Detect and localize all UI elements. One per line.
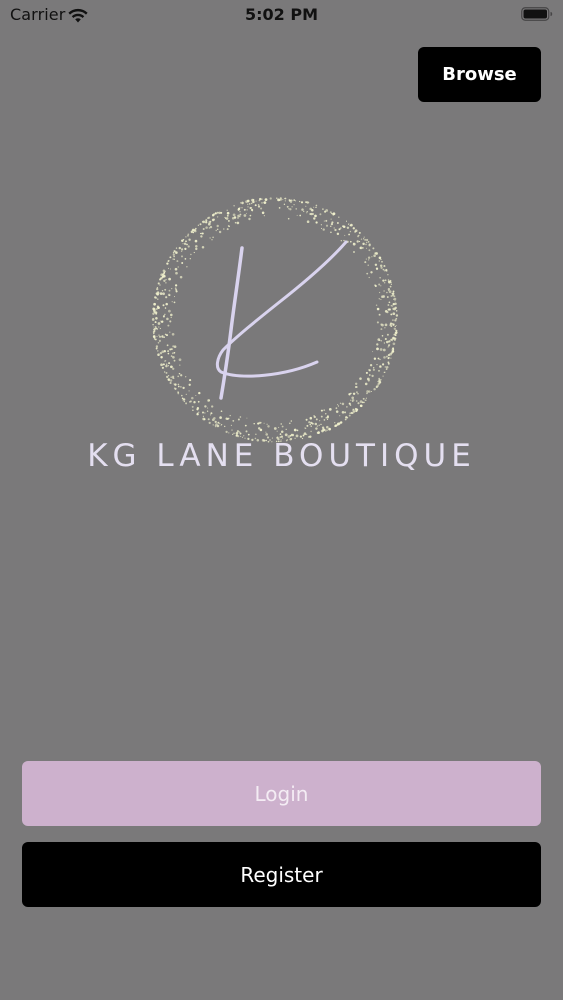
speckle-ring: [151, 197, 399, 443]
status-bar: Carrier 5:02 PM: [0, 0, 563, 30]
brand-name: KG LANE BOUTIQUE: [87, 438, 476, 474]
brand-logo: KG LANE BOUTIQUE: [60, 180, 503, 480]
monogram-logo-icon: [151, 197, 399, 443]
login-button[interactable]: Login: [22, 761, 541, 826]
clock: 5:02 PM: [244, 5, 318, 24]
register-button[interactable]: Register: [22, 842, 541, 907]
monogram-k: [215, 240, 348, 400]
browse-button[interactable]: Browse: [418, 47, 541, 102]
battery-icon: [521, 7, 553, 21]
